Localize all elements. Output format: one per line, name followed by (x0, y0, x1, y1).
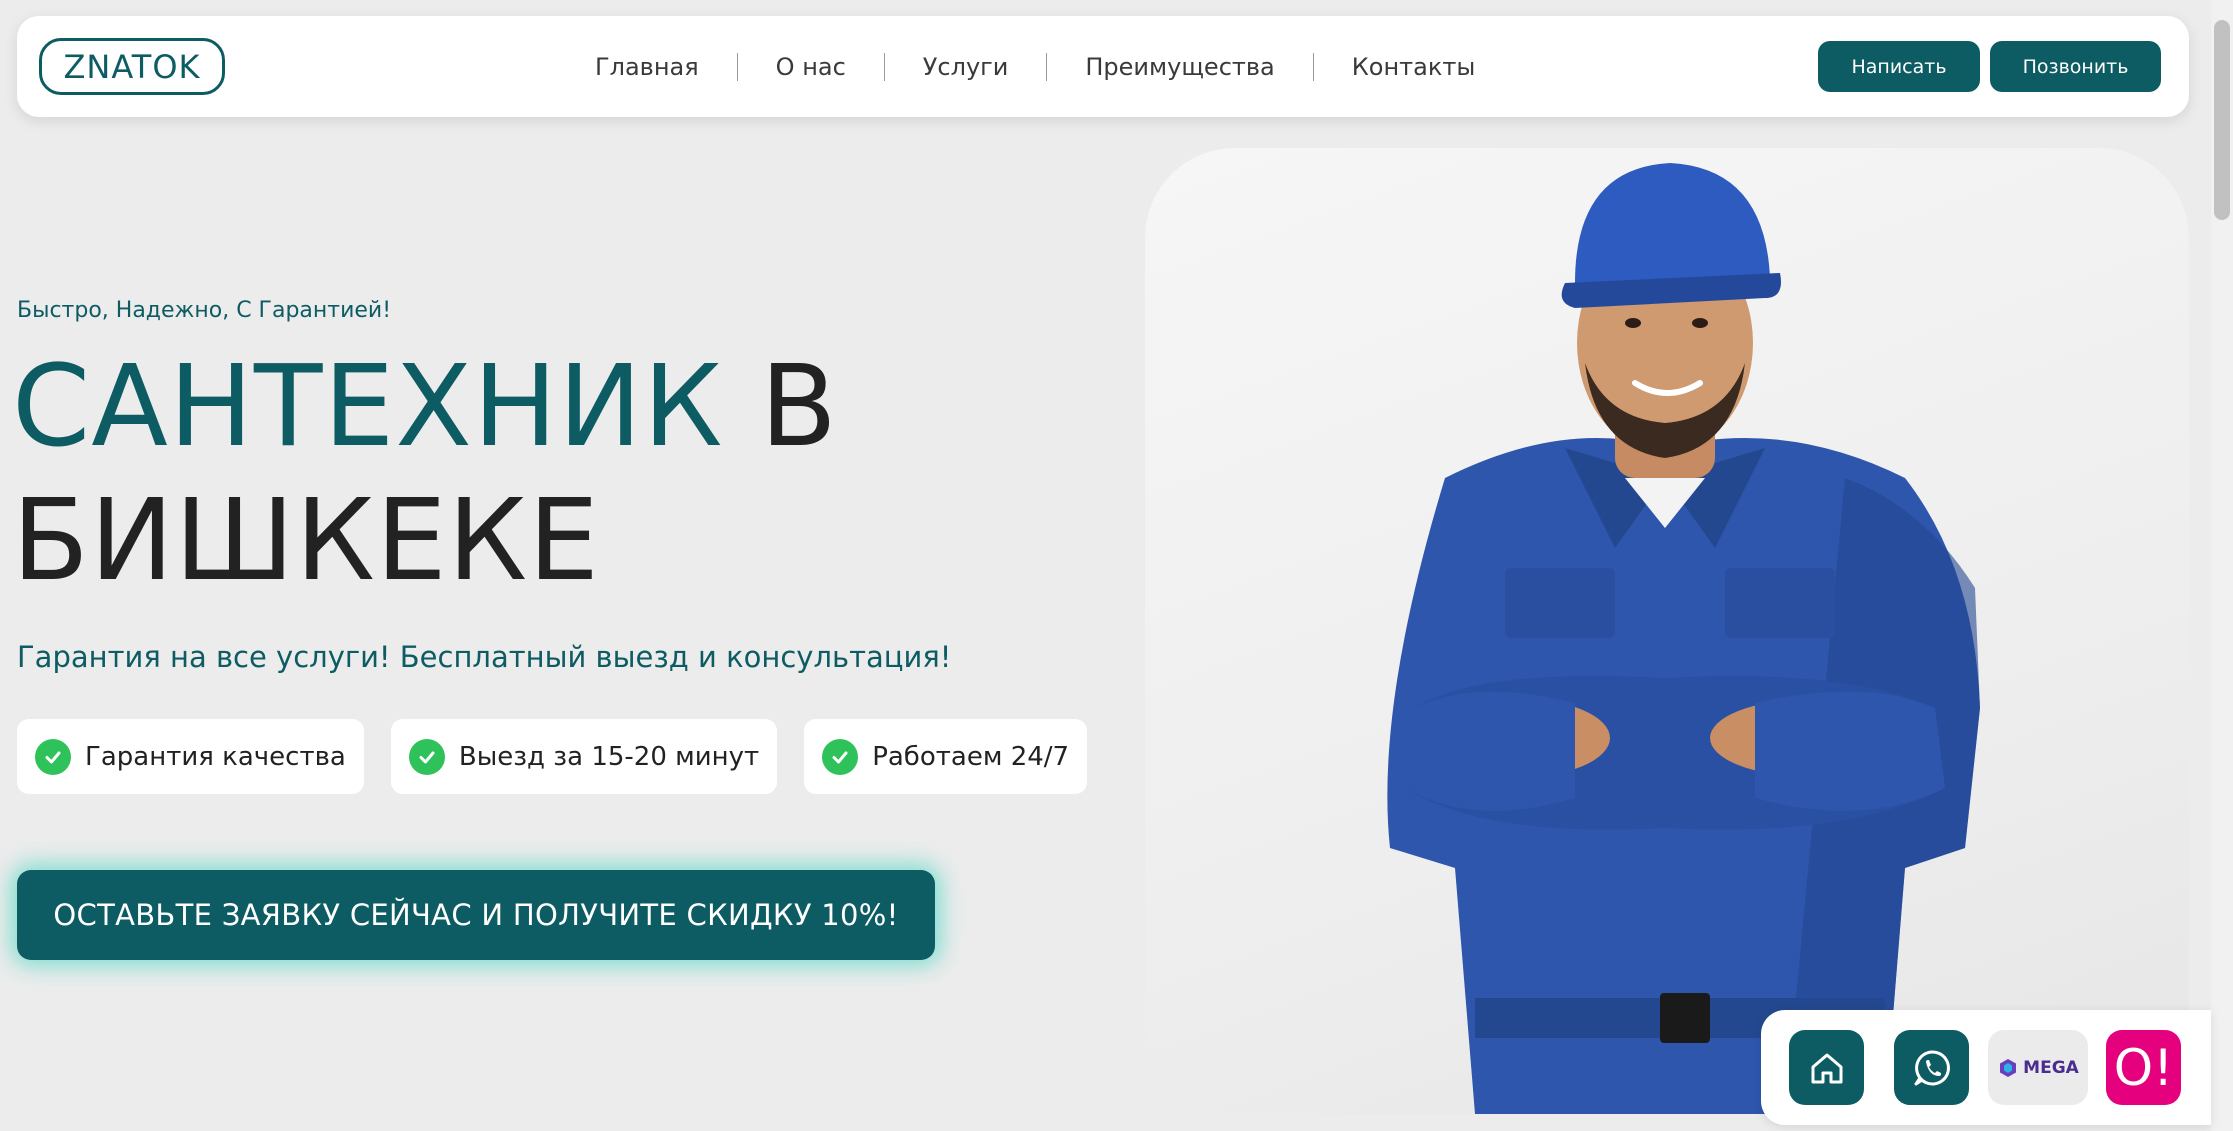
feature-list: Гарантия качества Выезд за 15-20 минут Р… (17, 719, 1088, 794)
feature-item: Гарантия качества (17, 719, 364, 794)
nav-item-contacts[interactable]: Контакты (1314, 53, 1514, 81)
whatsapp-button[interactable] (1894, 1030, 1969, 1105)
o-operator-button[interactable]: O! (2106, 1030, 2181, 1105)
hero-tagline: Быстро, Надежно, С Гарантией! (17, 298, 392, 323)
nav-item-about[interactable]: О нас (738, 53, 884, 81)
logo[interactable]: ZNATOK (39, 38, 225, 95)
plumber-photo (1145, 148, 2189, 1114)
feature-item: Выезд за 15-20 минут (390, 719, 778, 794)
check-icon (408, 738, 445, 775)
site-header: ZNATOK Главная О нас Услуги Преимущества… (17, 16, 2189, 117)
scrollbar-thumb[interactable] (2214, 20, 2230, 220)
call-button[interactable]: Позвонить (1990, 41, 2161, 92)
whatsapp-icon (1914, 1049, 1950, 1085)
hero-title: САНТЕХНИК В БИШКЕКЕ (12, 340, 1112, 608)
nav-item-advantages[interactable]: Преимущества (1047, 53, 1312, 81)
o-operator-logo: O! (2113, 1038, 2174, 1097)
hero-title-accent: САНТЕХНИК (12, 342, 724, 472)
write-button[interactable]: Написать (1818, 41, 1980, 92)
hero-subtitle: Гарантия на все услуги! Бесплатный выезд… (17, 640, 952, 674)
hero-title-city: БИШКЕКЕ (12, 476, 600, 606)
home-button[interactable] (1789, 1030, 1864, 1105)
feature-label: Гарантия качества (85, 741, 346, 772)
hero-title-preposition: В (760, 342, 838, 472)
check-icon (822, 738, 859, 775)
nav-item-services[interactable]: Услуги (885, 53, 1047, 81)
nav-item-home[interactable]: Главная (557, 53, 737, 81)
page: ZNATOK Главная О нас Услуги Преимущества… (0, 0, 2233, 1131)
plumber-illustration (1387, 163, 1980, 1114)
mega-label: MEGA (2023, 1057, 2079, 1078)
main-nav: Главная О нас Услуги Преимущества Контак… (557, 16, 1513, 117)
feature-label: Выезд за 15-20 минут (458, 741, 760, 772)
floating-contact-panel: MEGA O! (1761, 1010, 2211, 1125)
home-icon (1811, 1053, 1842, 1083)
feature-item: Работаем 24/7 (804, 719, 1088, 794)
mega-button[interactable]: MEGA (1988, 1030, 2088, 1105)
cta-discount-button[interactable]: ОСТАВЬТЕ ЗАЯВКУ СЕЙЧАС И ПОЛУЧИТЕ СКИДКУ… (17, 870, 935, 960)
feature-label: Работаем 24/7 (872, 741, 1070, 772)
mega-logo-icon (2000, 1058, 2017, 1077)
check-icon (35, 738, 71, 775)
